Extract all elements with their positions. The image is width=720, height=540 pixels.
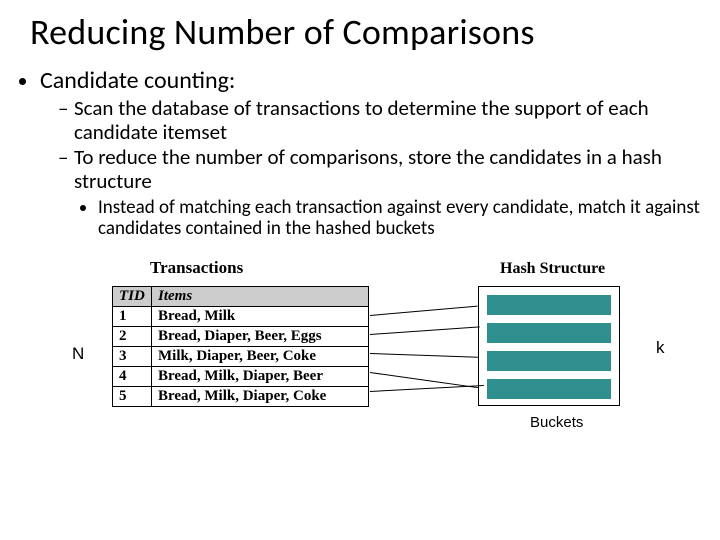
bullet-list: Candidate counting: Scan the database of… [22, 66, 700, 240]
bucket-bar [487, 351, 611, 371]
bullet-l2b: To reduce the number of comparisons, sto… [58, 146, 700, 240]
table-row: 4 Bread, Milk, Diaper, Beer [113, 366, 369, 386]
transactions-table: TID Items 1 Bread, Milk 2 Bread, Diaper,… [112, 286, 369, 407]
connector-line [370, 305, 478, 316]
table-cell-tid: 5 [113, 386, 152, 406]
bullet-l1: Candidate counting: Scan the database of… [40, 66, 700, 240]
bullet-l3: Instead of matching each transaction aga… [98, 197, 700, 240]
n-label: N [72, 344, 84, 364]
connector-line [370, 385, 484, 392]
table-cell-items: Bread, Milk, Diaper, Beer [152, 366, 369, 386]
table-cell-tid: 1 [113, 306, 152, 326]
k-label: k [656, 338, 665, 358]
bullet-l2b-text: To reduce the number of comparisons, sto… [74, 144, 662, 194]
table-cell-items: Bread, Diaper, Beer, Eggs [152, 326, 369, 346]
bullet-l2a: Scan the database of transactions to det… [58, 97, 700, 144]
table-header-items: Items [152, 286, 369, 306]
table-cell-items: Milk, Diaper, Beer, Coke [152, 346, 369, 366]
slide-title: Reducing Number of Comparisons [30, 10, 700, 54]
buckets-label: Buckets [530, 414, 583, 431]
table-cell-tid: 3 [113, 346, 152, 366]
table-row: 3 Milk, Diaper, Beer, Coke [113, 346, 369, 366]
transactions-label: Transactions [150, 258, 243, 278]
hash-structure-box [478, 286, 620, 406]
bucket-bar [487, 295, 611, 315]
table-row: 5 Bread, Milk, Diaper, Coke [113, 386, 369, 406]
table-header-row: TID Items [113, 286, 369, 306]
table-cell-tid: 2 [113, 326, 152, 346]
table-cell-tid: 4 [113, 366, 152, 386]
table-row: 1 Bread, Milk [113, 306, 369, 326]
connector-line [370, 353, 478, 358]
bullet-list-l2: Scan the database of transactions to det… [40, 97, 700, 240]
bucket-bar [487, 323, 611, 343]
hash-structure-label: Hash Structure [500, 260, 605, 278]
table-cell-items: Bread, Milk, Diaper, Coke [152, 386, 369, 406]
bullet-list-l3: Instead of matching each transaction aga… [74, 197, 700, 240]
bucket-bar [487, 379, 611, 399]
table-header-tid: TID [113, 286, 152, 306]
bullet-l1-text: Candidate counting: [40, 66, 235, 95]
table-row: 2 Bread, Diaper, Beer, Eggs [113, 326, 369, 346]
table-cell-items: Bread, Milk [152, 306, 369, 326]
connector-line [370, 326, 480, 335]
diagram: Transactions Hash Structure Buckets N k … [20, 258, 700, 478]
